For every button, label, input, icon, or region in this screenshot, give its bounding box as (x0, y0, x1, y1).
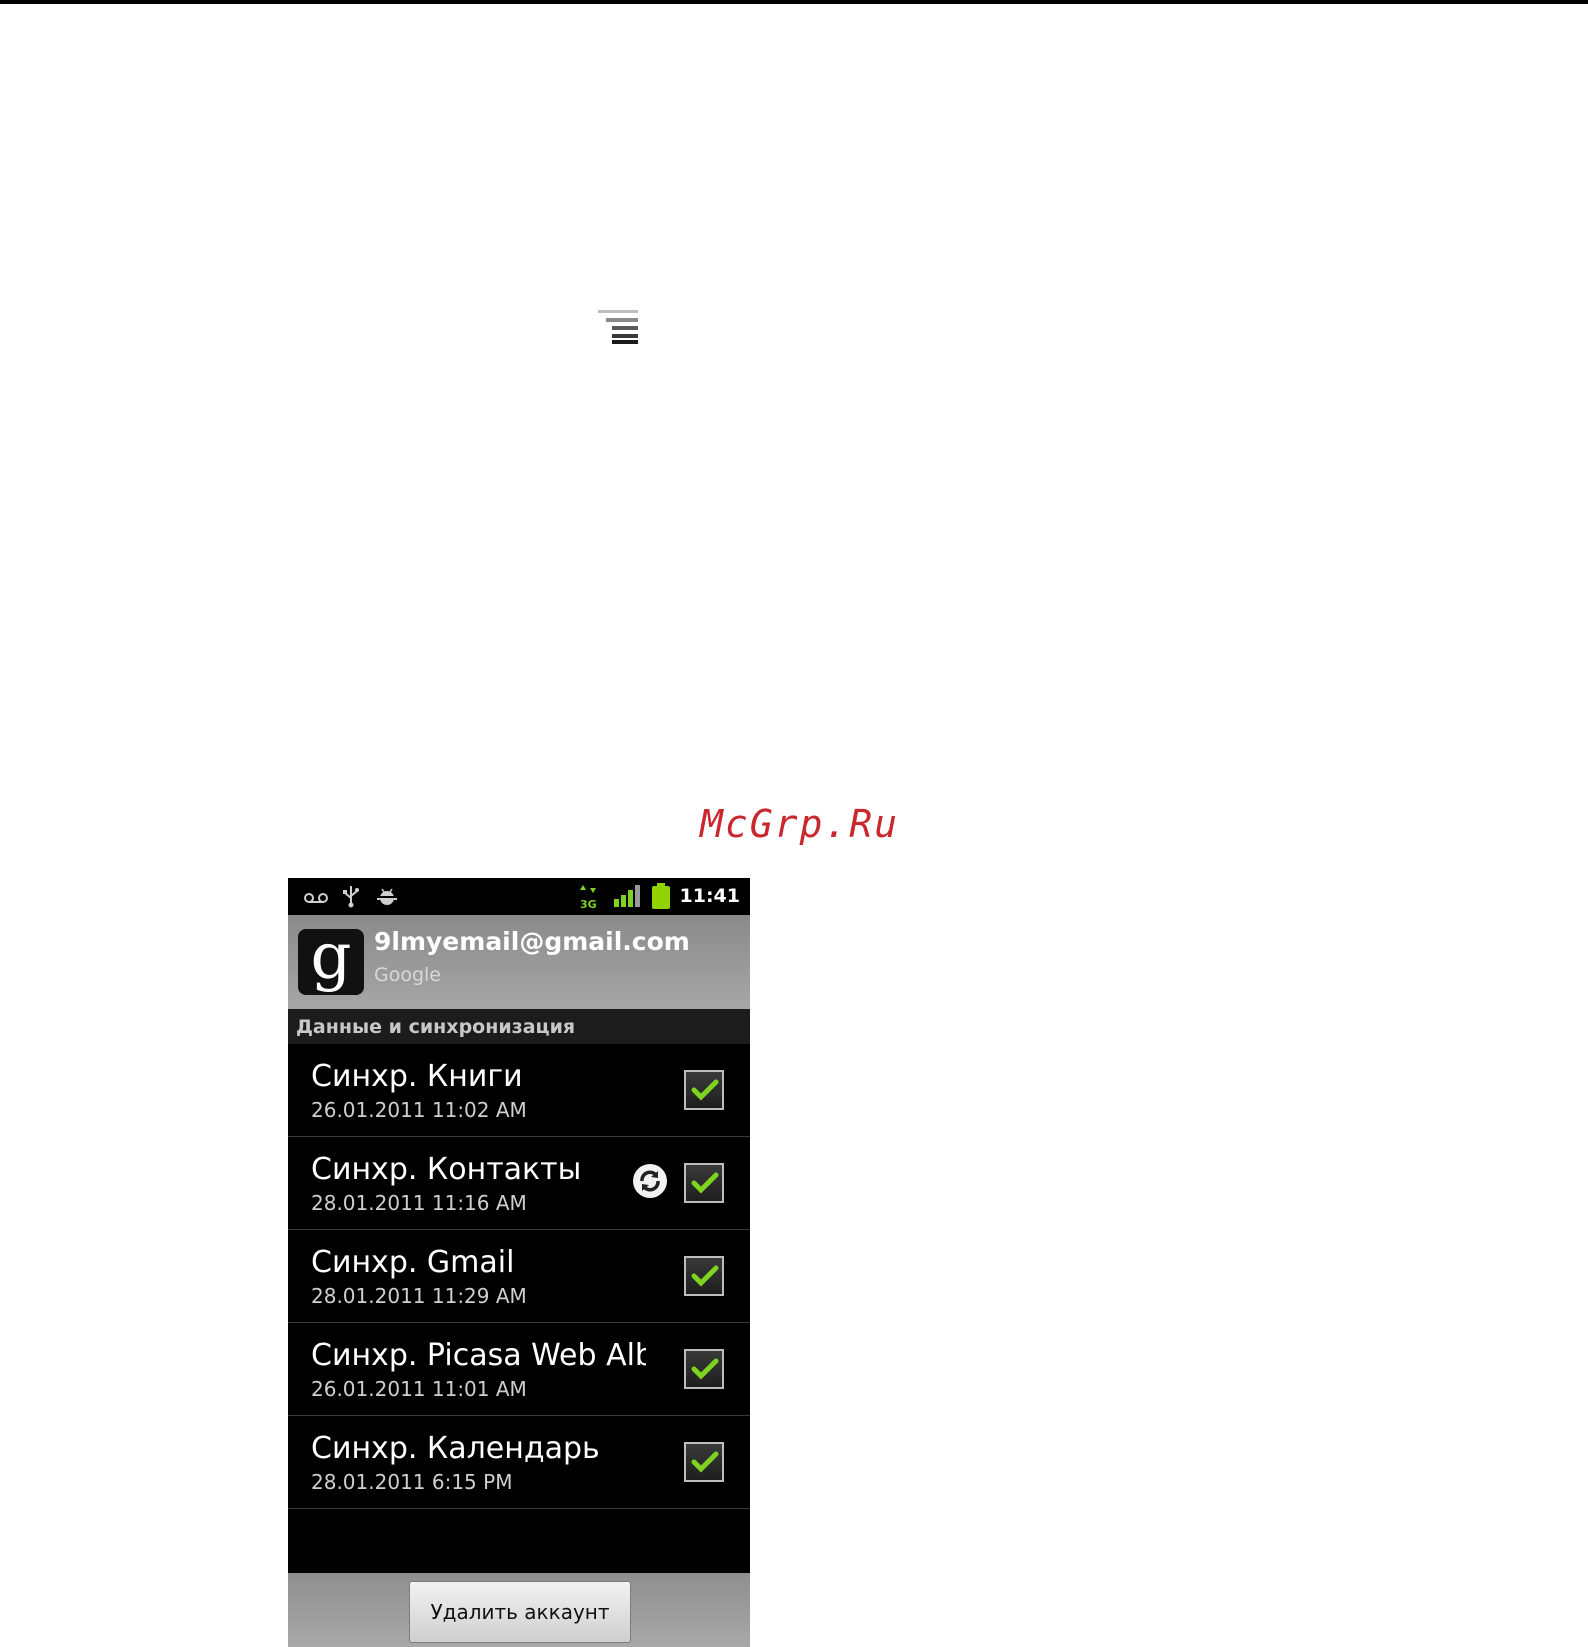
check-icon (691, 1451, 719, 1473)
menu-icon (598, 310, 638, 344)
bottom-bar: Удалить аккаунт (288, 1573, 750, 1647)
sync-item-date: 28.01.2011 11:16 AM (311, 1191, 527, 1215)
sync-item-title: Синхр. Календарь (311, 1431, 600, 1466)
remove-account-button[interactable]: Удалить аккаунт (409, 1581, 631, 1643)
top-rule (0, 0, 1588, 4)
watermark: McGrp.Ru (700, 802, 900, 846)
google-account-icon: g (298, 929, 364, 995)
check-icon (691, 1265, 719, 1287)
sync-item-date: 28.01.2011 6:15 PM (311, 1470, 513, 1494)
battery-icon (652, 883, 670, 909)
check-icon (691, 1358, 719, 1380)
sync-item-calendar[interactable]: Синхр. Календарь 28.01.2011 6:15 PM (288, 1416, 750, 1509)
sync-item-date: 26.01.2011 11:01 AM (311, 1377, 527, 1401)
data-3g-icon: 3G (580, 885, 596, 910)
network-label: 3G (580, 898, 596, 910)
sync-item-contacts[interactable]: Синхр. Контакты 28.01.2011 11:16 AM (288, 1137, 750, 1230)
sync-checkbox[interactable] (684, 1442, 724, 1482)
sync-list: Синхр. Книги 26.01.2011 11:02 AM Синхр. … (288, 1044, 750, 1509)
sync-item-gmail[interactable]: Синхр. Gmail 28.01.2011 11:29 AM (288, 1230, 750, 1323)
section-header-label: Данные и синхронизация (296, 1016, 576, 1038)
check-icon (691, 1079, 719, 1101)
sync-item-title: Синхр. Picasa Web Albums (311, 1338, 646, 1373)
account-header: g 9lmyemail@gmail.com Google (288, 915, 750, 1009)
status-bar: 3G 11:41 (288, 878, 750, 915)
sync-checkbox[interactable] (684, 1256, 724, 1296)
usb-icon (343, 886, 359, 908)
phone-screen: 3G 11:41 g 9lmyemail@gmail.com Google Да… (288, 878, 750, 1647)
sync-item-title: Синхр. Книги (311, 1059, 523, 1094)
voicemail-icon (304, 893, 328, 903)
sync-item-picasa[interactable]: Синхр. Picasa Web Albums 26.01.2011 11:0… (288, 1323, 750, 1416)
sync-item-title: Синхр. Gmail (311, 1245, 515, 1280)
sync-checkbox[interactable] (684, 1163, 724, 1203)
section-header: Данные и синхронизация (288, 1009, 750, 1044)
android-debug-icon (377, 888, 397, 905)
sync-checkbox[interactable] (684, 1349, 724, 1389)
sync-checkbox[interactable] (684, 1070, 724, 1110)
sync-item-date: 28.01.2011 11:29 AM (311, 1284, 527, 1308)
sync-in-progress-icon (633, 1164, 667, 1198)
sync-item-books[interactable]: Синхр. Книги 26.01.2011 11:02 AM (288, 1044, 750, 1137)
check-icon (691, 1172, 719, 1194)
signal-icon (614, 885, 640, 907)
account-type: Google (374, 964, 442, 986)
account-email: 9lmyemail@gmail.com (374, 927, 690, 956)
sync-item-title: Синхр. Контакты (311, 1152, 582, 1187)
status-time: 11:41 (679, 885, 740, 907)
sync-item-date: 26.01.2011 11:02 AM (311, 1098, 527, 1122)
